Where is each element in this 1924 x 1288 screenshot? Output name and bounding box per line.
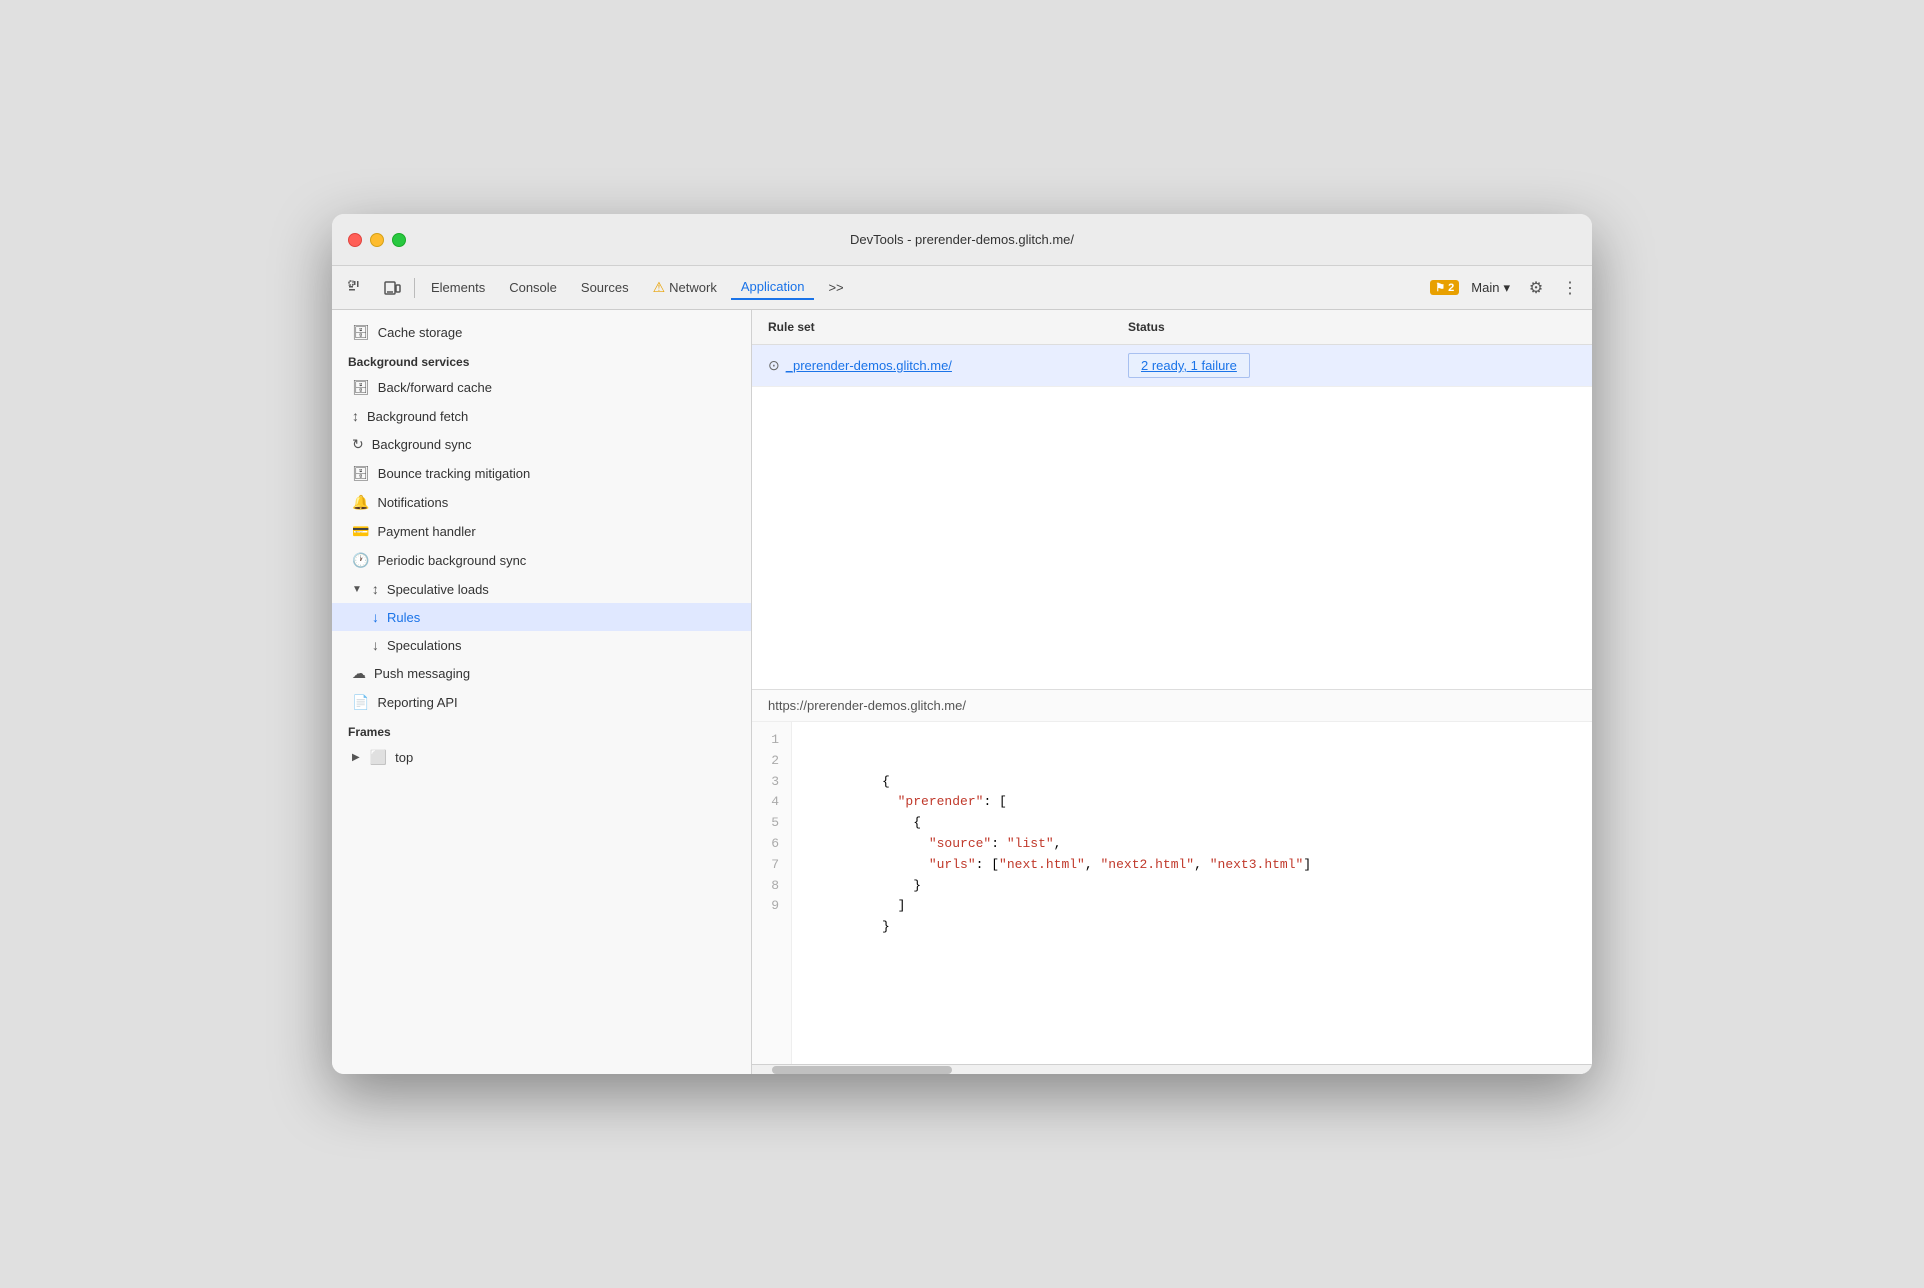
rules-icon: ↓ xyxy=(372,609,379,625)
sidebar-item-background-fetch[interactable]: ↕ Background fetch xyxy=(332,402,751,430)
frames-arrow-icon: ▶ xyxy=(352,752,360,763)
tab-application[interactable]: Application xyxy=(731,275,815,300)
bottom-scrollbar[interactable] xyxy=(752,1064,1592,1074)
sidebar-item-payment-handler[interactable]: 💳 Payment handler xyxy=(332,517,751,546)
notification-icon: 🔔 xyxy=(352,494,369,511)
sidebar-item-rules[interactable]: ↓ Rules xyxy=(332,603,751,631)
expand-arrow-icon: ▼ xyxy=(352,584,362,595)
line-numbers: 1 2 3 4 5 6 7 8 9 xyxy=(752,722,792,1064)
toolbar-right: ⚑ 2 Main ▾ ⚙ ⋮ xyxy=(1430,274,1584,302)
tab-elements[interactable]: Elements xyxy=(421,276,495,299)
sidebar-item-back-forward-cache[interactable]: 🗄 Back/forward cache xyxy=(332,373,751,402)
status-text[interactable]: 2 ready, 1 failure xyxy=(1128,353,1250,378)
sidebar-item-background-sync[interactable]: ↻ Background sync xyxy=(332,430,751,459)
bounce-icon: 🗄 xyxy=(352,465,370,482)
sidebar-item-frames-top[interactable]: ▶ ⬜ top xyxy=(332,743,751,772)
reporting-icon: 📄 xyxy=(352,694,369,711)
right-panel: Rule set Status ⊙ _prerender-demos.glitc… xyxy=(752,310,1592,1074)
sidebar-section-frames: Frames xyxy=(332,717,751,743)
table-cell-status: 2 ready, 1 failure xyxy=(1112,345,1592,386)
separator-1 xyxy=(414,278,415,298)
code-text: { "prerender": [ { "source": "list", "ur… xyxy=(792,722,1592,1064)
frame-icon: ⬜ xyxy=(370,749,387,766)
device-toggle-button[interactable] xyxy=(376,274,408,302)
close-button[interactable] xyxy=(348,233,362,247)
speculations-icon: ↓ xyxy=(372,637,379,653)
minimize-button[interactable] xyxy=(370,233,384,247)
code-area: https://prerender-demos.glitch.me/ 1 2 3… xyxy=(752,690,1592,1064)
table-cell-rule: ⊙ _prerender-demos.glitch.me/ xyxy=(752,349,1112,382)
sync-icon: ↻ xyxy=(352,436,364,453)
col-header-status: Status xyxy=(1112,316,1592,338)
tab-console[interactable]: Console xyxy=(499,276,567,299)
sidebar-item-reporting-api[interactable]: 📄 Reporting API xyxy=(332,688,751,717)
tab-more[interactable]: >> xyxy=(818,276,853,299)
inspect-button[interactable] xyxy=(340,274,372,302)
main-dropdown[interactable]: Main ▾ xyxy=(1465,277,1516,299)
more-options-button[interactable]: ⋮ xyxy=(1556,274,1584,302)
cache-icon: 🗄 xyxy=(352,324,370,341)
code-content[interactable]: 1 2 3 4 5 6 7 8 9 { "prerender": [ { xyxy=(752,722,1592,1064)
sidebar-item-speculative-loads[interactable]: ▼ ↕ Speculative loads xyxy=(332,575,751,603)
back-forward-icon: 🗄 xyxy=(352,379,370,396)
tab-network[interactable]: ⚠ Network xyxy=(643,275,727,300)
sidebar-section-background-services: Background services xyxy=(332,347,751,373)
table-area: Rule set Status ⊙ _prerender-demos.glitc… xyxy=(752,310,1592,690)
scrollbar-thumb xyxy=(772,1066,952,1074)
code-url: https://prerender-demos.glitch.me/ xyxy=(752,690,1592,722)
sidebar-item-bounce-tracking[interactable]: 🗄 Bounce tracking mitigation xyxy=(332,459,751,488)
rule-link[interactable]: _prerender-demos.glitch.me/ xyxy=(786,358,952,373)
sidebar-item-periodic-bg-sync[interactable]: 🕐 Periodic background sync xyxy=(332,546,751,575)
sidebar: 🗄 Cache storage Background services 🗄 Ba… xyxy=(332,310,752,1074)
window-title: DevTools - prerender-demos.glitch.me/ xyxy=(850,232,1074,247)
warning-icon: ⚠ xyxy=(653,279,666,296)
push-icon: ☁ xyxy=(352,665,366,682)
title-bar: DevTools - prerender-demos.glitch.me/ xyxy=(332,214,1592,266)
traffic-lights xyxy=(348,233,406,247)
toolbar: Elements Console Sources ⚠ Network Appli… xyxy=(332,266,1592,310)
badge-icon: ⚑ xyxy=(1435,281,1445,294)
dropdown-arrow-icon: ▾ xyxy=(1503,280,1510,296)
maximize-button[interactable] xyxy=(392,233,406,247)
table-body: ⊙ _prerender-demos.glitch.me/ 2 ready, 1… xyxy=(752,345,1592,689)
speculative-icon: ↕ xyxy=(372,581,379,597)
error-badge[interactable]: ⚑ 2 xyxy=(1430,280,1459,295)
table-header: Rule set Status xyxy=(752,310,1592,345)
table-row[interactable]: ⊙ _prerender-demos.glitch.me/ 2 ready, 1… xyxy=(752,345,1592,387)
sidebar-item-cache-storage[interactable]: 🗄 Cache storage xyxy=(332,318,751,347)
settings-button[interactable]: ⚙ xyxy=(1522,274,1550,302)
sidebar-item-push-messaging[interactable]: ☁ Push messaging xyxy=(332,659,751,688)
main-content: 🗄 Cache storage Background services 🗄 Ba… xyxy=(332,310,1592,1074)
sidebar-item-notifications[interactable]: 🔔 Notifications xyxy=(332,488,751,517)
rule-icon: ⊙ xyxy=(768,357,780,374)
devtools-window: DevTools - prerender-demos.glitch.me/ El… xyxy=(332,214,1592,1074)
tab-sources[interactable]: Sources xyxy=(571,276,639,299)
sidebar-item-speculations[interactable]: ↓ Speculations xyxy=(332,631,751,659)
periodic-icon: 🕐 xyxy=(352,552,369,569)
col-header-rule-set: Rule set xyxy=(752,316,1112,338)
fetch-icon: ↕ xyxy=(352,408,359,424)
payment-icon: 💳 xyxy=(352,523,369,540)
